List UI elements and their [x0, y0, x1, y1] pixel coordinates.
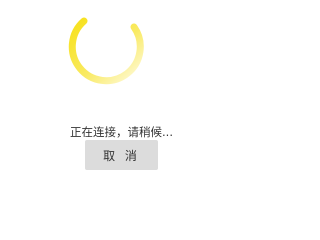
- connecting-dialog: 正在连接，请稍候... 取 消: [0, 0, 243, 211]
- cancel-button[interactable]: 取 消: [85, 140, 158, 170]
- connection-status-text: 正在连接，请稍候...: [70, 125, 173, 139]
- loading-spinner-icon: [68, 17, 144, 85]
